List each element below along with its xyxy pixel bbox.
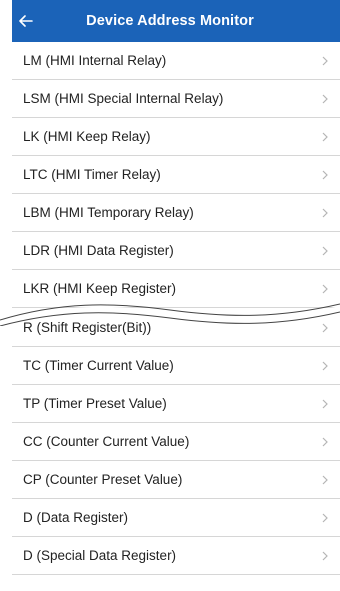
list-item-lsm[interactable]: LSM (HMI Special Internal Relay) bbox=[12, 80, 340, 118]
list-item-lk[interactable]: LK (HMI Keep Relay) bbox=[12, 118, 340, 156]
break-marks bbox=[0, 303, 340, 326]
list-item-label: LTC (HMI Timer Relay) bbox=[23, 167, 161, 182]
address-list-top: LM (HMI Internal Relay) LSM (HMI Special… bbox=[12, 42, 340, 308]
back-arrow-icon[interactable] bbox=[16, 11, 36, 31]
list-item-label: LBM (HMI Temporary Relay) bbox=[23, 205, 194, 220]
chevron-right-icon bbox=[320, 92, 330, 106]
list-item-label: LK (HMI Keep Relay) bbox=[23, 129, 151, 144]
chevron-right-icon bbox=[320, 130, 330, 144]
chevron-right-icon bbox=[320, 206, 330, 220]
chevron-right-icon bbox=[320, 54, 330, 68]
list-item-cc[interactable]: CC (Counter Current Value) bbox=[12, 423, 340, 461]
chevron-right-icon bbox=[320, 244, 330, 258]
chevron-right-icon bbox=[320, 282, 330, 296]
chevron-right-icon bbox=[320, 549, 330, 563]
list-item-cp[interactable]: CP (Counter Preset Value) bbox=[12, 461, 340, 499]
list-item-label: CC (Counter Current Value) bbox=[23, 434, 190, 449]
list-item-label: D (Data Register) bbox=[23, 510, 129, 525]
list-item-tc[interactable]: TC (Timer Current Value) bbox=[12, 347, 340, 385]
chevron-right-icon bbox=[320, 511, 330, 525]
list-item-ldr[interactable]: LDR (HMI Data Register) bbox=[12, 232, 340, 270]
address-list-bottom: R (Shift Register(Bit)) TC (Timer Curren… bbox=[12, 309, 340, 575]
chevron-right-icon bbox=[320, 435, 330, 449]
list-item-label: TC (Timer Current Value) bbox=[23, 358, 174, 373]
list-item-label: LDR (HMI Data Register) bbox=[23, 243, 174, 258]
chevron-right-icon bbox=[320, 473, 330, 487]
chevron-right-icon bbox=[320, 359, 330, 373]
list-item-label: LSM (HMI Special Internal Relay) bbox=[23, 91, 224, 106]
list-item-lbm[interactable]: LBM (HMI Temporary Relay) bbox=[12, 194, 340, 232]
page-title: Device Address Monitor bbox=[86, 13, 254, 29]
list-item-label: LM (HMI Internal Relay) bbox=[23, 53, 167, 68]
list-item-d[interactable]: D (Data Register) bbox=[12, 499, 340, 537]
chevron-right-icon bbox=[320, 168, 330, 182]
list-item-lm[interactable]: LM (HMI Internal Relay) bbox=[12, 42, 340, 80]
list-item-tp[interactable]: TP (Timer Preset Value) bbox=[12, 385, 340, 423]
list-item-ltc[interactable]: LTC (HMI Timer Relay) bbox=[12, 156, 340, 194]
list-item-label: CP (Counter Preset Value) bbox=[23, 472, 183, 487]
list-item-label: D (Special Data Register) bbox=[23, 548, 177, 563]
list-item-label: TP (Timer Preset Value) bbox=[23, 396, 167, 411]
list-item-sd[interactable]: D (Special Data Register) bbox=[12, 537, 340, 575]
list-item-label: LKR (HMI Keep Register) bbox=[23, 281, 177, 296]
chevron-right-icon bbox=[320, 397, 330, 411]
app-header: Device Address Monitor bbox=[12, 0, 340, 42]
